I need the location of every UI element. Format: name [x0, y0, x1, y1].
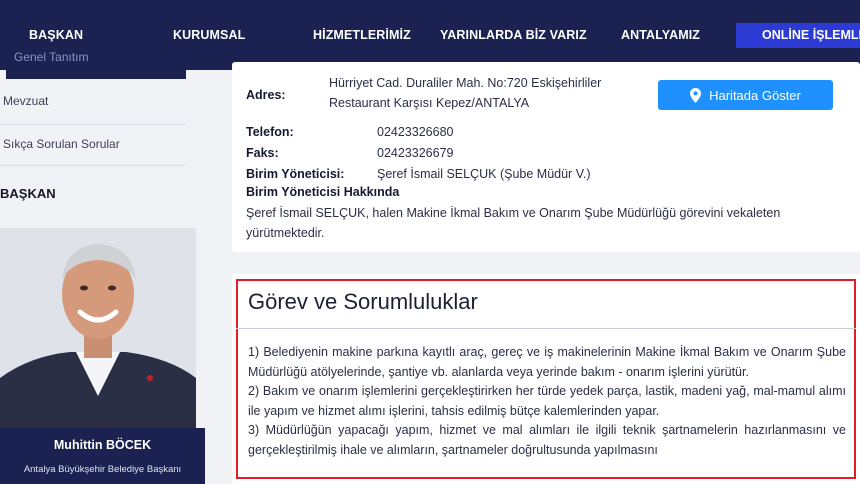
sidebar: Genel Tanıtım Mevzuat Sıkça Sorulan Soru…: [0, 46, 205, 484]
nav-item-antalyamiz[interactable]: ANTALYAMIZ: [621, 28, 700, 42]
duties-list: 1) Belediyenin makine parkına kayıtlı ar…: [248, 343, 846, 460]
sidebar-divider: [0, 165, 186, 166]
mayor-caption: Muhittin BÖCEK Antalya Büyükşehir Beledi…: [0, 428, 205, 484]
show-on-map-label: Haritada Göster: [709, 87, 801, 103]
sidebar-divider: [0, 124, 186, 125]
online-islemler-button[interactable]: ONLİNE İŞLEMLER: [736, 23, 860, 48]
manager-value: Şeref İsmail SELÇUK (Şube Müdür V.): [377, 167, 591, 181]
phone-value: 02423326680: [377, 125, 454, 139]
address-label: Adres:: [246, 88, 286, 102]
fax-label: Faks:: [246, 146, 279, 160]
duty-item: 3) Müdürlüğün yapacağı yapım, hizmet ve …: [248, 423, 846, 457]
manager-label: Birim Yöneticisi:: [246, 167, 345, 181]
about-manager-text: Şeref İsmail SELÇUK, halen Makine İkmal …: [246, 206, 781, 240]
sidebar-item-sss[interactable]: Sıkça Sorulan Sorular: [0, 137, 186, 151]
nav-item-kurumsal[interactable]: KURUMSAL: [173, 28, 245, 42]
nav-item-hizmetlerimiz[interactable]: HİZMETLERİMİZ: [313, 28, 411, 42]
sidebar-heading: BAŞKAN: [0, 186, 56, 201]
show-on-map-button[interactable]: Haritada Göster: [658, 80, 833, 110]
address-line-2: Restaurant Karşısı Kepez/ANTALYA: [329, 96, 530, 110]
mayor-title: Antalya Büyükşehir Belediye Başkanı: [23, 464, 182, 475]
mayor-name: Muhittin BÖCEK: [53, 438, 152, 452]
map-pin-icon: [690, 87, 702, 103]
phone-label: Telefon:: [246, 125, 294, 139]
sidebar-item-mevzuat[interactable]: Mevzuat: [0, 94, 186, 108]
address-line-1: Hürriyet Cad. Duraliler Mah. No:720 Eski…: [329, 76, 602, 90]
fax-value: 02423326679: [377, 146, 454, 160]
mayor-photo: [0, 228, 196, 428]
duties-divider: [236, 328, 856, 329]
duty-item: 1) Belediyenin makine parkına kayıtlı ar…: [248, 345, 846, 379]
mayor-portrait-illustration: [0, 228, 196, 428]
duty-item: 2) Bakım ve onarım işlemlerini gerçekleş…: [248, 384, 846, 418]
nav-item-yarinlarda[interactable]: YARINLARDA BİZ VARIZ: [440, 28, 587, 42]
sidebar-item-genel-tanitim[interactable]: Genel Tanıtım: [6, 46, 186, 79]
duties-title: Görev ve Sorumluluklar: [248, 289, 478, 314]
about-manager-heading: Birim Yöneticisi Hakkında: [246, 185, 400, 199]
nav-item-baskan[interactable]: BAŞKAN: [29, 28, 83, 42]
unit-info-card: Adres: Hürriyet Cad. Duraliler Mah. No:7…: [232, 62, 860, 252]
